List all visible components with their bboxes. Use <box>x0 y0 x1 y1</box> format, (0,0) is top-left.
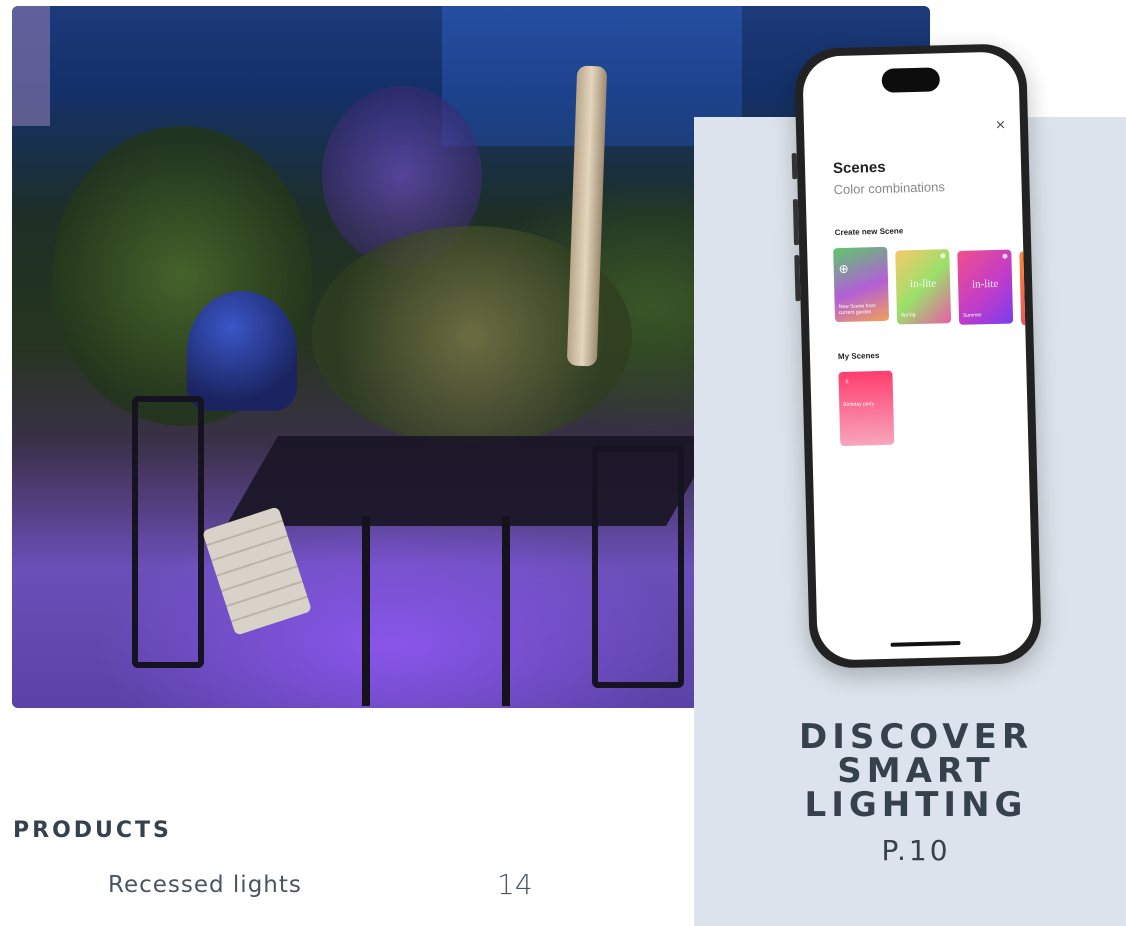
title-line: SMART <box>837 751 995 791</box>
scene-brand: in-lite <box>971 277 999 291</box>
add-icon: ⊕ <box>838 261 849 277</box>
phone-side-button <box>792 199 800 246</box>
phone-screen: × Scenes Color combinations Create new S… <box>802 51 1034 661</box>
scene-card-summer[interactable]: in-lite Summer <box>957 249 1014 325</box>
app-title: Scenes <box>832 158 886 178</box>
scene-card-spring[interactable]: in-lite Spring <box>895 249 952 325</box>
scene-card-new[interactable]: ⊕ New Scene from current garden <box>833 246 890 323</box>
close-icon[interactable]: × <box>995 118 1006 133</box>
scene-card-partial[interactable] <box>1019 251 1032 326</box>
scene-card-caption: New Scene from current garden <box>838 303 876 317</box>
photo-table-leg <box>502 516 510 706</box>
photo-chair <box>592 446 684 688</box>
phone-mockup: × Scenes Color combinations Create new S… <box>791 43 1043 669</box>
home-indicator <box>890 640 961 647</box>
scene-card-caption: Summer <box>962 312 982 319</box>
scene-card-caption: Spring <box>900 312 916 319</box>
my-scenes-heading: My Scenes <box>837 351 880 362</box>
scene-brand: in-lite <box>909 277 937 291</box>
phone-dynamic-island <box>881 67 941 93</box>
feature-page-ref[interactable]: P.10 <box>694 834 1126 867</box>
app-subtitle: Color combinations <box>833 179 946 198</box>
scene-card-caption: Birthday party <box>843 401 875 408</box>
photo-grill <box>187 291 297 411</box>
discover-smart-lighting-title[interactable]: DISCOVER SMART LIGHTING <box>694 720 1126 822</box>
toc-item-page[interactable]: 14 <box>497 868 533 901</box>
toc-item-label[interactable]: Recessed lights <box>108 872 302 898</box>
photo-wall <box>12 6 50 126</box>
scene-dot-icon <box>1002 253 1008 259</box>
phone-side-button <box>791 153 798 180</box>
phone-side-button <box>794 255 801 302</box>
photo-chair <box>132 396 204 668</box>
lightbulb-icon: ♁ <box>843 375 851 386</box>
title-line: DISCOVER <box>798 717 1034 757</box>
my-scene-card-birthday[interactable]: ♁ Birthday party <box>838 370 895 447</box>
create-scene-heading: Create new Scene <box>834 226 904 238</box>
scene-dot-icon <box>940 253 946 259</box>
title-line: LIGHTING <box>804 785 1028 825</box>
photo-table-leg <box>362 516 370 706</box>
products-heading: PRODUCTS <box>13 818 172 843</box>
